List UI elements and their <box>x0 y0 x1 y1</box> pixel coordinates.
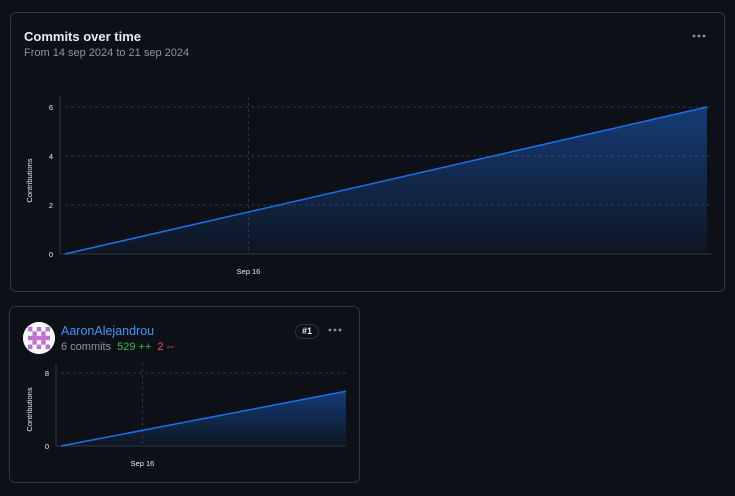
kebab-horizontal-icon[interactable] <box>325 323 345 337</box>
main-chart-y-tick-label: 2 <box>49 201 53 210</box>
commits-area-chart: 0 2 4 6 Sep 16 Contributions <box>25 97 712 276</box>
contrib-chart-y-tick-label: 8 <box>45 369 49 378</box>
kebab-horizontal-icon[interactable] <box>689 29 709 43</box>
contributor-username-link[interactable]: AaronAlejandrou <box>61 324 154 338</box>
contrib-chart-y-axis-label: Contributions <box>25 387 34 431</box>
contributor-stats: 6 commits 529 ++ 2 -- <box>61 341 174 353</box>
contributor-card: AaronAlejandrou 6 commits 529 ++ 2 -- #1 0… <box>9 306 360 483</box>
chart-date-range: From 14 sep 2024 to 21 sep 2024 <box>24 47 190 59</box>
main-chart-y-tick-label: 6 <box>49 103 53 112</box>
main-chart-y-tick-label: 0 <box>49 250 53 259</box>
rank-badge: #1 <box>294 324 319 339</box>
deletions-count: 2 -- <box>157 341 174 353</box>
main-chart-y-axis-label: Contributions <box>25 158 34 202</box>
main-chart-x-tick-label: Sep 16 <box>237 267 261 276</box>
contrib-chart-x-tick-label: Sep 16 <box>131 459 155 468</box>
commit-count[interactable]: 6 commits <box>61 341 111 353</box>
chart-title: Commits over time <box>24 29 142 44</box>
contrib-chart-y-tick-label: 0 <box>45 442 49 451</box>
commits-over-time-card: Commits over time From 14 sep 2024 to 21… <box>10 12 725 292</box>
identicon-avatar[interactable] <box>23 322 55 354</box>
additions-count: 529 ++ <box>117 341 152 353</box>
main-chart-y-tick-label: 4 <box>49 152 53 161</box>
contributor-area-chart: 0 8 Sep 16 Contributions <box>25 363 347 468</box>
